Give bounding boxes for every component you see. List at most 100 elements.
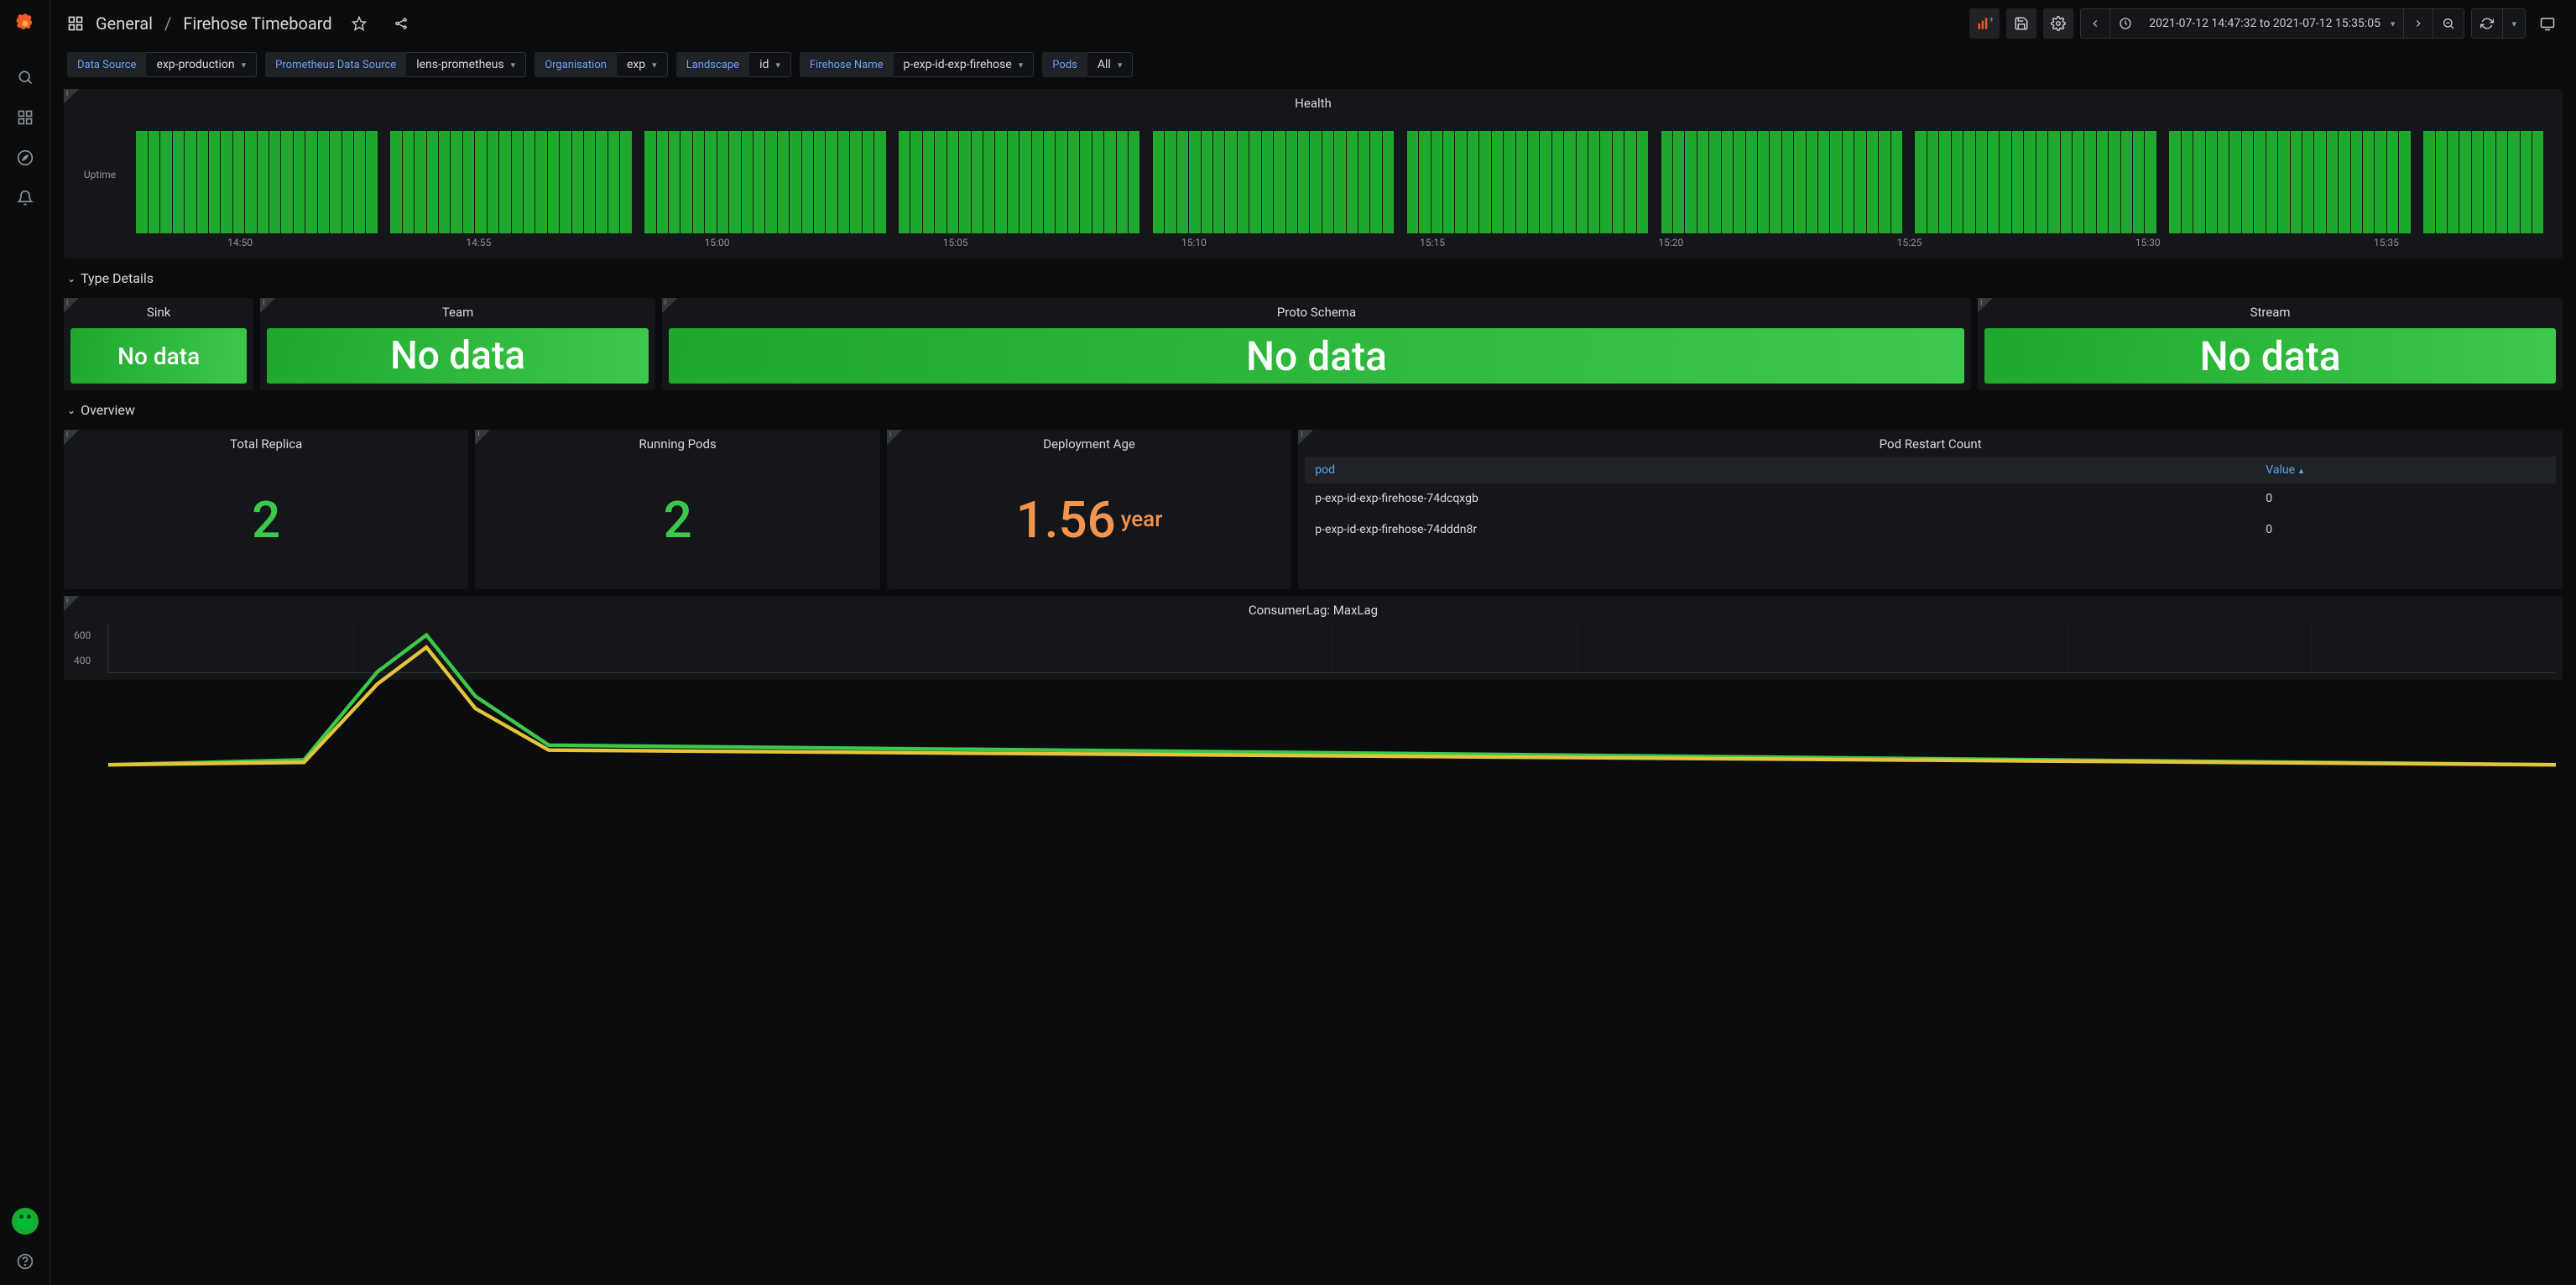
zoom-out-icon[interactable] bbox=[2433, 9, 2464, 38]
health-bar bbox=[838, 131, 849, 233]
health-bar bbox=[2218, 131, 2229, 233]
health-bar bbox=[1492, 131, 1503, 233]
health-bar bbox=[1927, 131, 1938, 233]
alerting-icon[interactable] bbox=[8, 181, 42, 215]
health-bar bbox=[2327, 131, 2338, 233]
panel-team[interactable]: Team No data bbox=[260, 298, 655, 390]
health-bar bbox=[633, 131, 644, 233]
info-icon[interactable] bbox=[475, 430, 490, 445]
time-range-button[interactable]: 2021-07-12 14:47:32 to 2021-07-12 15:35:… bbox=[2109, 9, 2403, 38]
dashboards-grid-icon[interactable] bbox=[67, 15, 84, 32]
table-header-value[interactable]: Value ▴ bbox=[2255, 457, 2556, 483]
share-icon[interactable] bbox=[386, 8, 416, 39]
health-bar bbox=[439, 131, 450, 233]
info-icon[interactable] bbox=[64, 596, 79, 611]
panel-consumer-lag[interactable]: ConsumerLag: MaxLag 600 400 bbox=[64, 596, 2563, 680]
var-firehose-name[interactable]: Firehose Name p-exp-id-exp-firehose▾ bbox=[800, 52, 1034, 77]
health-bar bbox=[2157, 131, 2168, 233]
save-icon[interactable] bbox=[2006, 8, 2036, 39]
time-range-label: 2021-07-12 14:47:32 to 2021-07-12 15:35:… bbox=[2139, 17, 2391, 30]
panel-sink[interactable]: Sink No data bbox=[64, 298, 253, 390]
xtick: 14:50 bbox=[121, 237, 359, 248]
refresh-icon[interactable] bbox=[2472, 9, 2502, 38]
health-bar bbox=[378, 131, 389, 233]
breadcrumb-sep: / bbox=[164, 13, 171, 34]
health-bar bbox=[1092, 131, 1103, 233]
info-icon[interactable] bbox=[64, 298, 79, 313]
health-bar bbox=[2508, 131, 2519, 233]
var-organisation[interactable]: Organisation exp▾ bbox=[534, 52, 668, 77]
health-bar bbox=[354, 131, 365, 233]
explore-icon[interactable] bbox=[8, 141, 42, 175]
health-bar bbox=[1552, 131, 1563, 233]
chevron-down-icon: ▾ bbox=[652, 60, 657, 71]
health-bar bbox=[2097, 131, 2108, 233]
tv-mode-icon[interactable] bbox=[2532, 8, 2563, 39]
grafana-logo[interactable] bbox=[12, 10, 39, 37]
health-bar bbox=[2532, 131, 2543, 233]
var-landscape[interactable]: Landscape id▾ bbox=[676, 52, 791, 77]
svg-text:+: + bbox=[1989, 15, 1993, 24]
settings-icon[interactable] bbox=[2043, 8, 2073, 39]
time-next-icon[interactable] bbox=[2403, 9, 2433, 38]
var-prometheus[interactable]: Prometheus Data Source lens-prometheus▾ bbox=[265, 52, 526, 77]
dashboards-icon[interactable] bbox=[8, 101, 42, 134]
health-bar bbox=[548, 131, 559, 233]
time-prev-icon[interactable] bbox=[2081, 9, 2109, 38]
health-bar bbox=[1298, 131, 1309, 233]
panel-total-replica[interactable]: Total Replica 2 bbox=[64, 430, 468, 589]
panel-health[interactable]: Health Uptime 14:5014:5515:0015:0515:101… bbox=[64, 89, 2563, 259]
breadcrumb-dashboard[interactable]: Firehose Timeboard bbox=[183, 13, 331, 34]
info-icon[interactable] bbox=[64, 89, 79, 104]
health-bar bbox=[2375, 131, 2386, 233]
health-bar bbox=[874, 131, 885, 233]
health-bar bbox=[1165, 131, 1176, 233]
health-bar bbox=[1854, 131, 1865, 233]
health-bar bbox=[390, 131, 401, 233]
health-bar bbox=[620, 131, 631, 233]
info-icon[interactable] bbox=[64, 430, 79, 445]
info-icon[interactable] bbox=[887, 430, 902, 445]
refresh-picker: ▾ bbox=[2471, 8, 2526, 39]
health-bar bbox=[1008, 131, 1019, 233]
info-icon[interactable] bbox=[1978, 298, 1993, 313]
health-bar bbox=[2448, 131, 2459, 233]
row-overview[interactable]: ⌄ Overview bbox=[64, 397, 2563, 423]
table-row[interactable]: p-exp-id-exp-firehose-74dddn8r0 bbox=[1305, 515, 2556, 546]
table-header-pod[interactable]: pod bbox=[1305, 457, 2255, 483]
add-panel-icon[interactable]: + bbox=[1969, 8, 2000, 39]
info-icon[interactable] bbox=[260, 298, 275, 313]
panel-stream[interactable]: Stream No data bbox=[1978, 298, 2563, 390]
panel-proto-schema[interactable]: Proto Schema No data bbox=[662, 298, 1971, 390]
sort-asc-icon: ▴ bbox=[2297, 465, 2303, 476]
xtick: 15:05 bbox=[837, 237, 1075, 248]
health-bar bbox=[221, 131, 232, 233]
health-bar bbox=[197, 131, 208, 233]
var-data-source[interactable]: Data Source exp-production▾ bbox=[67, 52, 257, 77]
search-icon[interactable] bbox=[8, 60, 42, 94]
chevron-down-icon: ⌄ bbox=[67, 405, 76, 416]
health-bar bbox=[2012, 131, 2023, 233]
row-type-details[interactable]: ⌄ Type Details bbox=[64, 265, 2563, 291]
health-bar bbox=[2351, 131, 2362, 233]
panel-pod-restart-count[interactable]: Pod Restart Count pod Value ▴ p-exp-id-e… bbox=[1298, 430, 2563, 589]
info-icon[interactable] bbox=[662, 298, 677, 313]
health-bar bbox=[1963, 131, 1974, 233]
help-icon[interactable] bbox=[8, 1245, 42, 1278]
table-row[interactable]: p-exp-id-exp-firehose-74dcqxgb0 bbox=[1305, 483, 2556, 515]
refresh-interval-button[interactable]: ▾ bbox=[2502, 9, 2525, 38]
time-picker: 2021-07-12 14:47:32 to 2021-07-12 15:35:… bbox=[2080, 8, 2464, 39]
health-bar bbox=[2133, 131, 2144, 233]
health-bar bbox=[1830, 131, 1841, 233]
panel-running-pods[interactable]: Running Pods 2 bbox=[475, 430, 879, 589]
avatar[interactable] bbox=[8, 1204, 42, 1238]
health-bar bbox=[572, 131, 583, 233]
info-icon[interactable] bbox=[1298, 430, 1313, 445]
health-bar bbox=[1177, 131, 1188, 233]
breadcrumb-folder[interactable]: General bbox=[96, 13, 153, 34]
health-bar bbox=[342, 131, 353, 233]
var-pods[interactable]: Pods All▾ bbox=[1042, 52, 1133, 77]
health-bar bbox=[2412, 131, 2422, 233]
star-icon[interactable] bbox=[344, 8, 374, 39]
panel-deployment-age[interactable]: Deployment Age 1.56 year bbox=[887, 430, 1291, 589]
